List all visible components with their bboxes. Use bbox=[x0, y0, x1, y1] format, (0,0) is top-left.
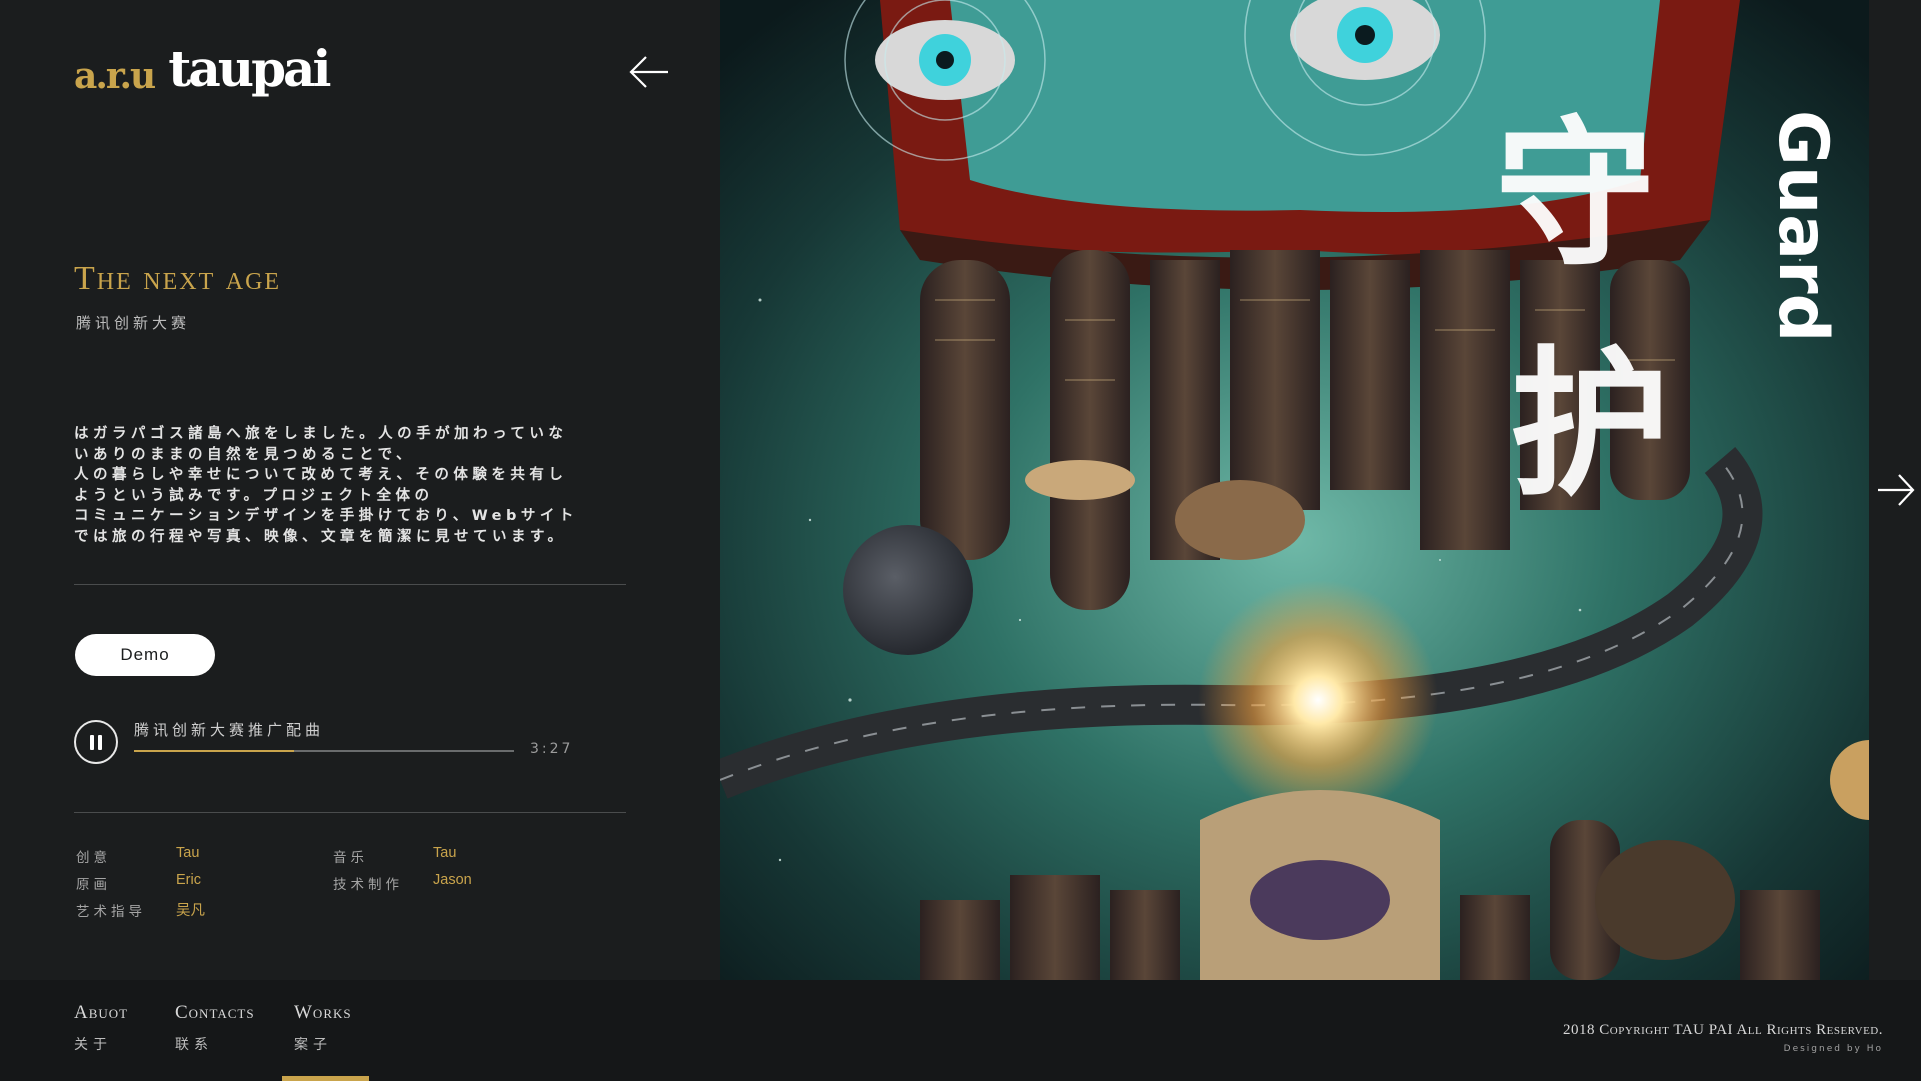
divider bbox=[74, 812, 626, 813]
pause-button[interactable] bbox=[74, 720, 118, 764]
copyright: 2018 Copyright TAU PAI All Rights Reserv… bbox=[1563, 1022, 1883, 1038]
description-line: コミュニケーションデザインを手掛けており、Webサイト bbox=[74, 508, 578, 524]
credit-role: 技术制作 bbox=[333, 877, 403, 893]
pause-icon bbox=[98, 734, 102, 750]
demo-button[interactable]: Demo bbox=[75, 634, 215, 676]
audio-player: 腾讯创新大赛推广配曲 3:27 bbox=[74, 716, 594, 766]
nav-label-en: Works bbox=[294, 1002, 352, 1023]
description-line: 人の暮らしや幸せについて改めて考え、その体験を共有し bbox=[74, 467, 568, 483]
active-nav-indicator bbox=[282, 1076, 369, 1081]
credit-name: 吴凡 bbox=[176, 903, 205, 919]
credit-role: 音乐 bbox=[333, 850, 368, 866]
project-description: はガラパゴス諸島へ旅をしました。人の手が加わっていな いありのままの自然を見つめ… bbox=[74, 424, 594, 547]
nav-about[interactable]: Abuot 关于 bbox=[74, 1002, 128, 1054]
artwork-title-cn-1: 守 bbox=[1495, 101, 1655, 288]
logo-glyph: a.r.u bbox=[74, 55, 156, 97]
credit-name: Tau bbox=[433, 845, 457, 861]
designer-credit: Designed by Ho bbox=[1783, 1044, 1883, 1054]
credit-role: 原画 bbox=[76, 877, 111, 893]
project-subtitle: 腾讯创新大赛 bbox=[76, 314, 191, 332]
credit-role: 创意 bbox=[76, 850, 111, 866]
credit-role: 艺术指导 bbox=[76, 904, 146, 920]
description-line: ようという試みです。プロジェクト全体の bbox=[74, 487, 434, 504]
credit-name: Eric bbox=[176, 872, 201, 888]
project-title: The next age bbox=[74, 260, 282, 297]
track-title: 腾讯创新大赛推广配曲 bbox=[134, 721, 325, 739]
arrow-left-icon[interactable] bbox=[628, 54, 670, 90]
nav-label-en: Contacts bbox=[175, 1002, 255, 1023]
artwork-title-cn-2: 护 bbox=[1510, 331, 1670, 518]
nav-label-cn: 案子 bbox=[294, 1037, 332, 1053]
pause-icon bbox=[90, 734, 94, 750]
credit-name: Tau bbox=[176, 845, 200, 861]
nav-label-cn: 关于 bbox=[74, 1037, 112, 1053]
artwork-title-en: Guard bbox=[1763, 110, 1842, 342]
artwork-illustration: 守 护 Guard bbox=[720, 0, 1869, 980]
logo-wordmark: taupai bbox=[168, 39, 331, 98]
description-line: いありのままの自然を見つめることで、 bbox=[74, 446, 415, 463]
divider bbox=[74, 584, 626, 585]
progress-fill bbox=[134, 750, 294, 752]
arrow-right-icon[interactable] bbox=[1876, 472, 1916, 508]
progress-bar[interactable] bbox=[134, 750, 514, 752]
nav-works[interactable]: Works 案子 bbox=[294, 1002, 352, 1054]
nav-label-en: Abuot bbox=[74, 1002, 129, 1023]
description-line: はガラパゴス諸島へ旅をしました。人の手が加わっていな bbox=[74, 426, 568, 442]
credit-name: Jason bbox=[433, 872, 472, 888]
description-line: では旅の行程や写真、映像、文章を簡潔に見せています。 bbox=[74, 528, 567, 545]
nav-contacts[interactable]: Contacts 联系 bbox=[175, 1002, 255, 1054]
project-artwork: 守 护 Guard bbox=[720, 0, 1869, 980]
nav-label-cn: 联系 bbox=[175, 1037, 213, 1053]
project-detail-panel: a.r.u taupai The next age 腾讯创新大赛 はガラパゴス諸… bbox=[0, 0, 720, 980]
brand-logo[interactable]: a.r.u taupai bbox=[74, 39, 331, 98]
track-duration: 3:27 bbox=[530, 741, 574, 757]
